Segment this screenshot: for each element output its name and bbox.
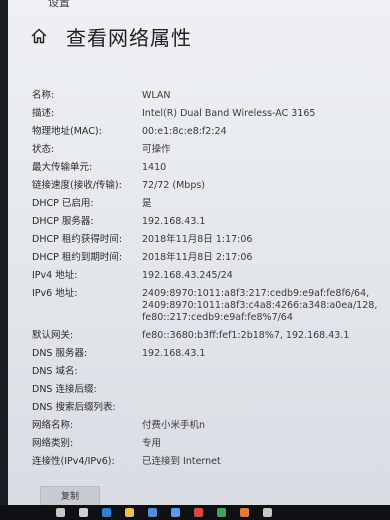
property-row: 网络名称: 付费小米手机n [32, 420, 382, 432]
property-value: 付费小米手机n [142, 420, 206, 431]
property-key: 默认网关: [32, 330, 74, 341]
property-value: 192.168.43.245/24 [142, 270, 233, 281]
property-row: DNS 域名: [32, 366, 382, 378]
property-row: DHCP 已启用: 是 [32, 198, 382, 210]
taskbar [0, 505, 390, 520]
property-row: 默认网关: fe80::3680:b3ff:fef1:2b18%7, 192.16… [32, 330, 382, 342]
search-icon[interactable] [56, 508, 65, 517]
app-icon[interactable] [217, 508, 226, 517]
property-row: IPv4 地址: 192.168.43.245/24 [32, 270, 382, 282]
app-icon[interactable] [194, 508, 203, 517]
app-icon[interactable] [263, 508, 272, 517]
property-key: 网络类别: [32, 438, 74, 449]
property-key: DHCP 已启用: [32, 198, 94, 209]
property-value: 专用 [142, 438, 162, 449]
property-key: 连接性(IPv4/IPv6): [32, 456, 115, 467]
property-value: fe80::3680:b3ff:fef1:2b18%7, 192.168.43.… [142, 330, 350, 341]
property-row: 状态: 可操作 [32, 144, 382, 156]
property-key: IPv4 地址: [32, 270, 78, 281]
property-row: DHCP 租约到期时间: 2018年11月8日 2:17:06 [32, 252, 382, 264]
property-value: 72/72 (Mbps) [142, 180, 206, 191]
property-value [142, 402, 382, 414]
property-key: 最大传输单元: [32, 162, 93, 173]
app-icon[interactable] [240, 508, 249, 517]
property-key: DNS 搜索后缀列表: [32, 402, 116, 413]
property-row: 名称: WLAN [32, 90, 382, 102]
property-key: DHCP 服务器: [32, 216, 94, 227]
property-row: 连接性(IPv4/IPv6): 已连接到 Internet [32, 456, 382, 468]
property-value [142, 366, 382, 378]
copy-button[interactable]: 复制 [40, 486, 100, 505]
property-key: 网络名称: [32, 420, 74, 431]
property-value: 2018年11月8日 2:17:06 [142, 252, 253, 263]
property-row: DNS 搜索后缀列表: [32, 402, 382, 414]
property-row: DNS 服务器: 192.168.43.1 [32, 348, 382, 360]
property-value: 2018年11月8日 1:17:06 [142, 234, 253, 245]
property-value: 192.168.43.1 [142, 216, 206, 227]
task-view-icon[interactable] [79, 508, 88, 517]
property-key: IPv6 地址: [32, 288, 78, 299]
property-key: DHCP 租约到期时间: [32, 252, 123, 263]
property-row: IPv6 地址: 2409:8970:1011:a8f3:217:cedb9:e9… [32, 288, 382, 324]
properties-list: 名称: WLAN 描述: Intel(R) Dual Band Wireless-AC… [32, 90, 382, 474]
property-key: DNS 域名: [32, 366, 78, 377]
explorer-icon[interactable] [125, 508, 134, 517]
page-title: 查看网络属性 [66, 25, 192, 50]
property-row: DHCP 服务器: 192.168.43.1 [32, 216, 382, 228]
property-row: 链接速度(接收/传输): 72/72 (Mbps) [32, 180, 382, 192]
property-row: DHCP 租约获得时间: 2018年11月8日 1:17:06 [32, 234, 382, 246]
property-value: 1410 [142, 162, 167, 173]
property-key: DNS 连接后缀: [32, 384, 97, 395]
property-row: DNS 连接后缀: [32, 384, 382, 396]
settings-window: 设置 查看网络属性 名称: WLAN 描述: Intel(R) Dual Band W… [8, 0, 390, 505]
property-key: 状态: [32, 144, 55, 155]
property-key: 链接速度(接收/传输): [32, 180, 122, 191]
property-row: 最大传输单元: 1410 [32, 162, 382, 174]
property-key: 名称: [32, 90, 55, 101]
property-value: 00:e1:8c:e8:f2:24 [142, 126, 227, 137]
property-key: DNS 服务器: [32, 348, 88, 359]
property-value: 2409:8970:1011:a8f3:217:cedb9:e9af:fe8f6… [142, 288, 378, 323]
page-header: 查看网络属性 [8, 8, 390, 64]
property-key: DHCP 租约获得时间: [32, 234, 123, 245]
home-icon[interactable] [26, 23, 52, 49]
title-bar: 设置 [8, 0, 390, 9]
property-value: Intel(R) Dual Band Wireless-AC 3165 [142, 108, 316, 119]
edge-icon[interactable] [102, 508, 111, 517]
property-value: 已连接到 Internet [142, 456, 221, 467]
property-key: 物理地址(MAC): [32, 126, 102, 137]
property-value: 192.168.43.1 [142, 348, 206, 359]
property-value: 是 [142, 198, 152, 209]
window-title: 设置 [48, 0, 70, 9]
property-row: 物理地址(MAC): 00:e1:8c:e8:f2:24 [32, 126, 382, 138]
property-value: 可操作 [142, 144, 171, 155]
property-value: WLAN [142, 90, 171, 101]
property-row: 描述: Intel(R) Dual Band Wireless-AC 3165 [32, 108, 382, 120]
property-row: 网络类别: 专用 [32, 438, 382, 450]
property-key: 描述: [32, 108, 55, 119]
property-value [142, 384, 382, 396]
mail-icon[interactable] [171, 508, 180, 517]
store-icon[interactable] [148, 508, 157, 517]
